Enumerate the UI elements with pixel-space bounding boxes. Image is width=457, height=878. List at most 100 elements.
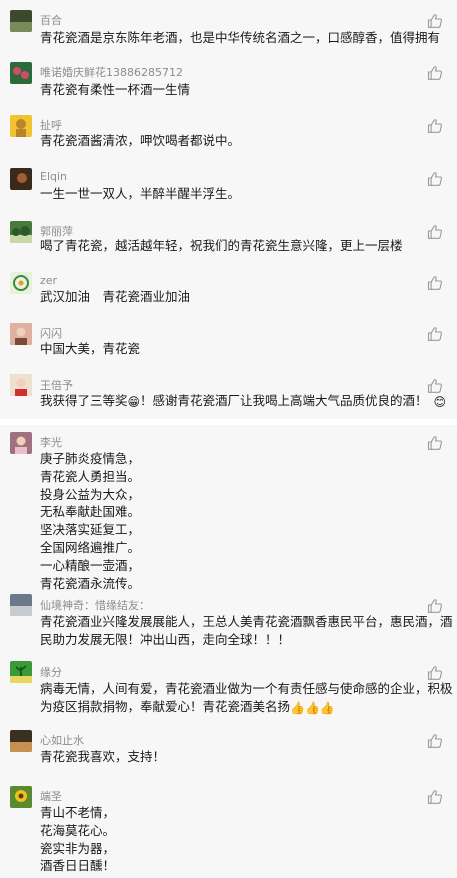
commenter-name[interactable]: 扯呼 — [40, 117, 62, 133]
comment-line: 中国大美，青花瓷 — [40, 340, 439, 358]
like-button[interactable] — [427, 171, 443, 187]
comment-text: 青花瓷我喜欢，支持！ — [40, 748, 439, 766]
comment-text: 青山不老情， 花海莫花心。 瓷实非为器， 酒香日日醺！ — [40, 804, 439, 875]
avatar-horizon[interactable] — [10, 594, 32, 616]
thumbs-up-icon[interactable] — [427, 599, 443, 618]
commenter-name[interactable]: 端圣 — [40, 788, 62, 804]
comment-line-part: ！感谢青花瓷酒厂让我喝上高端大气品质优良的酒！ — [140, 393, 428, 408]
like-button[interactable] — [427, 65, 443, 81]
like-button[interactable] — [427, 789, 443, 805]
comment-line-text: 青花瓷酒是京东陈年老酒，也是中华传统名酒之一，口感醇香，值得拥有 — [40, 30, 441, 45]
comment-line-text: 酒香日日醺！ — [40, 858, 116, 874]
thumbs-up-icon[interactable] — [427, 14, 443, 33]
comment-line: 青花瓷酒永流传。 — [40, 575, 439, 593]
commenter-name[interactable]: 闪闪 — [40, 325, 62, 341]
comment-text: 青花瓷酒业兴隆发展展能人，王总人美青花瓷酒飘香惠民平台，惠民酒，酒 民助力发展无限… — [40, 613, 453, 649]
avatar-trees[interactable] — [10, 221, 32, 243]
avatar-lake[interactable] — [10, 730, 32, 752]
avatar-plant[interactable] — [10, 661, 32, 683]
comment-line-text: 投身公益为大众， — [40, 486, 141, 502]
like-button[interactable] — [427, 378, 443, 394]
comment-line-part: 我获得了三等奖 — [40, 393, 128, 408]
like-button[interactable] — [427, 224, 443, 240]
avatar-dark[interactable] — [10, 168, 32, 190]
commenter-name[interactable]: 百合 — [40, 12, 62, 28]
like-button[interactable] — [427, 13, 443, 29]
comment-text: 我获得了三等奖😁！感谢青花瓷酒厂让我喝上高端大气品质优良的酒！ 😊 — [40, 392, 446, 410]
comment-text: 中国大美，青花瓷 — [40, 340, 439, 358]
thumbs-up-icon[interactable] — [427, 327, 443, 346]
grin-emoji-icon: 😁 — [127, 395, 141, 409]
comment-line-text: 武汉加油 青花瓷酒业加油 — [40, 289, 191, 304]
avatar-landscape[interactable] — [10, 10, 32, 32]
avatar-buddha[interactable] — [10, 115, 32, 137]
comment-line: 青花瓷我喜欢，支持！ — [40, 748, 439, 766]
thumbs-up-icon[interactable] — [427, 276, 443, 295]
comment-line-text: 青花瓷酒业兴隆发展展能人，王总人美青花瓷酒飘香惠民平台，惠民酒，酒 — [40, 614, 453, 629]
comment-line: 青花瓷酒是京东陈年老酒，也是中华传统名酒之一，口感醇香，值得拥有 — [40, 29, 441, 47]
comment-text: 青花瓷酒是京东陈年老酒，也是中华传统名酒之一，口感醇香，值得拥有 — [40, 29, 441, 47]
comment-line: 我获得了三等奖😁！感谢青花瓷酒厂让我喝上高端大气品质优良的酒！ 😊 — [40, 392, 446, 410]
comment-line: 庚子肺炎疫情急， — [40, 450, 439, 468]
avatar-logo[interactable] — [10, 272, 32, 294]
commenter-name[interactable]: Elqin — [40, 170, 78, 183]
comment-line: 病毒无情，人间有爱，青花瓷酒业做为一个有责任感与使命感的企业，积极 — [40, 680, 453, 698]
comment-line-text: 青花瓷人勇担当。 — [40, 468, 141, 484]
thumbs-up-icon[interactable] — [427, 790, 443, 809]
comment-line-text: 病毒无情，人间有爱，青花瓷酒业做为一个有责任感与使命感的企业，积极 — [40, 681, 453, 696]
like-button[interactable] — [427, 118, 443, 134]
comment-line-text: 青花瓷酒永流传。 — [40, 575, 141, 591]
commenter-name[interactable]: 心如止水 — [40, 732, 84, 748]
comment-line: 坚决落实延复工， — [40, 521, 439, 539]
thumbs-up-emoji-icon: 👍👍👍 — [290, 700, 335, 715]
comment-line: 青花瓷酒酱清浓，呷饮喝者都说中。 — [40, 132, 439, 150]
comment-text: 一生一世一双人，半醉半醒半浮生。 — [40, 185, 439, 203]
like-button[interactable] — [427, 435, 443, 451]
comment-text: 庚子肺炎疫情急， 青花瓷人勇担当。 投身公益为大众， 无私奉献赴国难。 坚决落实延复工，… — [40, 450, 439, 592]
like-button[interactable] — [427, 326, 443, 342]
comment-text: 病毒无情，人间有爱，青花瓷酒业做为一个有责任感与使命感的企业，积极 为疫区捐款捐物… — [40, 680, 453, 716]
commenter-name[interactable]: 仙境神奇：惜缘结友： — [40, 597, 150, 613]
commenter-name[interactable]: 王倍予 — [40, 377, 73, 393]
avatar-pink[interactable] — [10, 432, 32, 454]
comment-line-text: 一生一世一双人，半醉半醒半浮生。 — [40, 186, 241, 201]
comment-line-text: 民助力发展无限！冲出山西，走向全球！！！ — [40, 631, 291, 647]
commenter-name[interactable]: 缘分 — [40, 664, 62, 680]
comment-line: 投身公益为大众， — [40, 486, 439, 504]
thumbs-up-icon[interactable] — [427, 666, 443, 685]
comment-line: 喝了青花瓷，越活越年轻，祝我们的青花瓷生意兴隆，更上一层楼 — [40, 237, 439, 255]
like-button[interactable] — [427, 275, 443, 291]
thumbs-up-icon[interactable] — [427, 172, 443, 191]
comment-line: 青花瓷人勇担当。 — [40, 468, 439, 486]
like-button[interactable] — [427, 665, 443, 681]
commenter-name[interactable]: 李光 — [40, 434, 62, 450]
comment-line-text: 花海莫花心。 — [40, 822, 116, 838]
like-button[interactable] — [427, 733, 443, 749]
thumbs-up-icon[interactable] — [427, 436, 443, 455]
avatar-sunflower[interactable] — [10, 786, 32, 808]
comment-line-text: 瓷实非为器， — [40, 840, 116, 856]
comment-text: 青花瓷有柔性一杯酒一生情 — [40, 81, 439, 99]
thumbs-up-icon[interactable] — [427, 66, 443, 85]
comment-line-text: 中国大美，青花瓷 — [40, 341, 141, 356]
thumbs-up-icon[interactable] — [427, 734, 443, 753]
comment-line: 民助力发展无限！冲出山西，走向全球！！！ — [40, 631, 439, 649]
thumbs-up-icon[interactable] — [427, 225, 443, 244]
comment-line-text: 一心精酿一壶酒， — [40, 557, 141, 573]
comment-line: 为疫区捐款捐物，奉献爱心！青花瓷酒美名扬👍👍👍 — [40, 698, 439, 716]
thumbs-up-icon[interactable] — [427, 379, 443, 398]
comment-line-text: 无私奉献赴国难。 — [40, 504, 141, 520]
comment-line: 酒香日日醺！ — [40, 857, 439, 875]
thumbs-up-icon[interactable] — [427, 119, 443, 138]
comment-line-text: 喝了青花瓷，越活越年轻，祝我们的青花瓷生意兴隆，更上一层楼 — [40, 238, 403, 253]
avatar-flowers[interactable] — [10, 62, 32, 84]
comment-text: 喝了青花瓷，越活越年轻，祝我们的青花瓷生意兴隆，更上一层楼 — [40, 237, 439, 255]
avatar-girl[interactable] — [10, 323, 32, 345]
avatar-child[interactable] — [10, 374, 32, 396]
commenter-name[interactable]: 唯诺婚庆鲜花13886285712 — [40, 64, 183, 80]
like-button[interactable] — [427, 598, 443, 614]
comment-text: 武汉加油 青花瓷酒业加油 — [40, 288, 439, 306]
comment-line-text: 青花瓷酒酱清浓，呷饮喝者都说中。 — [40, 133, 241, 148]
commenter-name[interactable]: zer — [40, 274, 57, 287]
comment-line-text: 为疫区捐款捐物，奉献爱心！青花瓷酒美名扬 — [40, 698, 291, 714]
